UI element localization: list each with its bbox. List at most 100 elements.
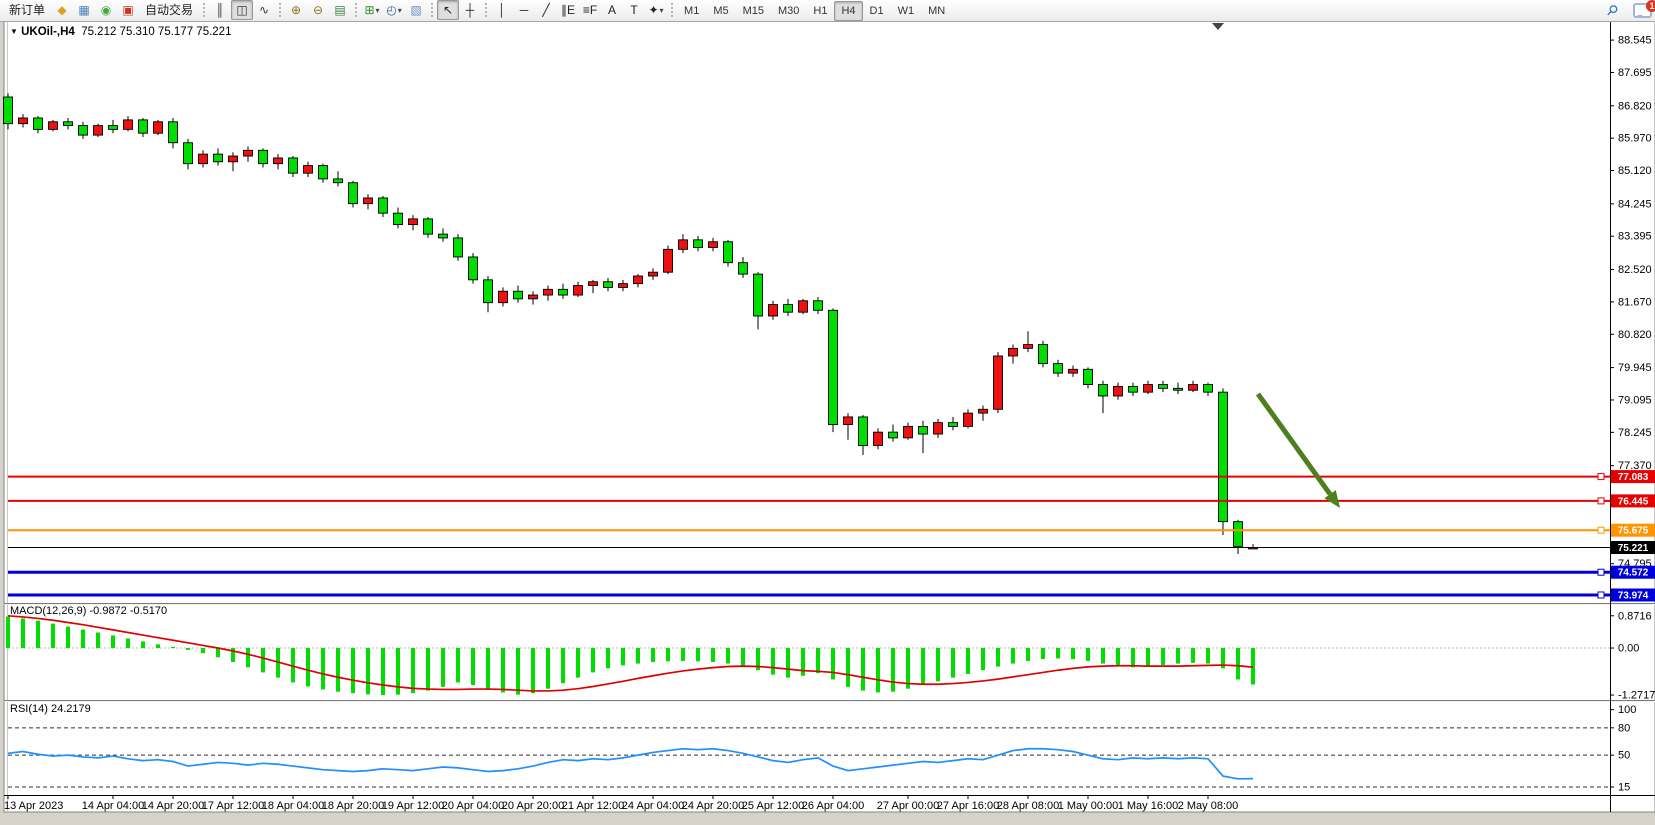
- macd-histogram-bar: [81, 630, 85, 648]
- macd-histogram-bar: [651, 648, 655, 662]
- dropdown-caret-icon[interactable]: ▾: [660, 6, 664, 15]
- timeframe-h4[interactable]: H4: [834, 1, 862, 21]
- macd-histogram-bar: [381, 648, 385, 695]
- notifications-chat-icon[interactable]: 1: [1633, 3, 1652, 18]
- macd-histogram-bar: [996, 648, 1000, 666]
- macd-histogram-bar: [321, 648, 325, 689]
- timeframe-m30[interactable]: M30: [771, 1, 806, 21]
- text-label-icon[interactable]: T: [623, 0, 645, 20]
- candle: [1204, 385, 1213, 393]
- line-chart-icon[interactable]: ∿: [253, 0, 275, 20]
- candle: [409, 219, 418, 225]
- macd-histogram-bar: [1146, 648, 1150, 666]
- dropdown-caret-icon[interactable]: ▾: [376, 6, 380, 15]
- time-axis-label: 25 Apr 12:00: [742, 800, 804, 812]
- timeframe-m1[interactable]: M1: [677, 1, 706, 21]
- new-order-button[interactable]: 新订单: [3, 0, 51, 20]
- dropdown-caret-icon[interactable]: ▾: [398, 6, 402, 15]
- candle: [754, 274, 763, 316]
- vertical-line-icon[interactable]: │: [491, 0, 513, 20]
- macd-histogram-bar: [1056, 648, 1060, 658]
- zoom-out-icon[interactable]: ⊖: [307, 0, 329, 20]
- horizontal-line-icon[interactable]: ─: [513, 0, 535, 20]
- candle: [589, 282, 598, 286]
- toolbar-separator: [431, 3, 433, 17]
- timeframe-w1[interactable]: W1: [891, 1, 922, 21]
- timeframe-m5[interactable]: M5: [706, 1, 735, 21]
- candle: [739, 263, 748, 274]
- macd-histogram-bar: [936, 648, 940, 681]
- symbol-dropdown-icon[interactable]: ▼: [10, 27, 18, 36]
- bar-chart-icon[interactable]: ║: [209, 0, 231, 20]
- time-axis-label: 13 Apr 2023: [4, 800, 63, 812]
- mt4-application-window: { "toolbar": { "items": [ {"k":"button",…: [0, 0, 1655, 825]
- macd-histogram-bar: [1116, 648, 1120, 666]
- macd-histogram-bar: [816, 648, 820, 673]
- line-handle[interactable]: [1598, 592, 1604, 598]
- timeframe-m15[interactable]: M15: [736, 1, 771, 21]
- time-axis-label: 17 Apr 12:00: [202, 800, 264, 812]
- signal-broadcast-icon[interactable]: ◉: [95, 0, 117, 20]
- macd-histogram-bar: [1191, 648, 1195, 663]
- rsi-axis-label: 100: [1618, 704, 1636, 716]
- chart-template-icon[interactable]: ▧: [405, 0, 427, 20]
- zoom-in-icon[interactable]: ⊕: [285, 0, 307, 20]
- candle: [1189, 385, 1198, 391]
- macd-histogram-bar: [156, 644, 160, 648]
- chart-symbol-period: UKOil-,H4: [21, 26, 75, 38]
- crosshair-icon[interactable]: ┼: [459, 0, 481, 20]
- macd-values: -0.9872 -0.5170: [89, 605, 167, 617]
- time-axis-label: 2 May 08:00: [1178, 800, 1239, 812]
- price-axis-tick-label: 85.970: [1618, 133, 1652, 145]
- macd-histogram-bar: [771, 648, 775, 675]
- macd-histogram-bar: [36, 621, 40, 648]
- rsi-axis-label: 80: [1618, 722, 1630, 734]
- timeframe-d1[interactable]: D1: [863, 1, 891, 21]
- candle: [379, 198, 388, 213]
- macd-histogram-bar: [951, 648, 955, 678]
- price-axis-tick-label: 83.395: [1618, 231, 1652, 243]
- line-handle[interactable]: [1598, 527, 1604, 533]
- auto-trading-button[interactable]: 自动交易: [139, 0, 199, 20]
- candle: [1054, 364, 1063, 374]
- text-icon[interactable]: A: [601, 0, 623, 20]
- candle: [214, 154, 223, 162]
- chart-cube-icon[interactable]: ◆: [51, 0, 73, 20]
- line-handle[interactable]: [1598, 569, 1604, 575]
- macd-histogram-bar: [1011, 648, 1015, 664]
- auto-trading-icon[interactable]: ▣: [117, 0, 139, 20]
- candle: [934, 423, 943, 434]
- macd-histogram-bar: [306, 648, 310, 686]
- candle: [394, 213, 403, 224]
- profile-window-icon[interactable]: ▦: [73, 0, 95, 20]
- price-axis-tick-label: 80.820: [1618, 329, 1652, 341]
- new-chart-icon[interactable]: ⊞▾: [361, 0, 383, 20]
- macd-histogram-bar: [96, 632, 100, 648]
- tile-windows-icon[interactable]: ▤: [329, 0, 351, 20]
- price-axis-tick-label: 78.245: [1618, 427, 1652, 439]
- chart-ohlc-values: 75.212 75.310 75.177 75.221: [81, 26, 231, 38]
- candle: [964, 413, 973, 426]
- candle: [1159, 385, 1168, 389]
- macd-histogram-bar: [171, 647, 175, 648]
- price-axis-tick-label: 79.945: [1618, 362, 1652, 374]
- search-icon[interactable]: ⚲: [1601, 1, 1623, 21]
- rsi-indicator-label: RSI(14) 24.2179: [10, 703, 91, 715]
- line-handle[interactable]: [1598, 498, 1604, 504]
- line-handle[interactable]: [1598, 474, 1604, 480]
- fibonacci-icon[interactable]: ≡F: [579, 0, 601, 20]
- timeframe-h1[interactable]: H1: [806, 1, 834, 21]
- macd-histogram-bar: [741, 648, 745, 666]
- cursor-icon[interactable]: ↖: [437, 0, 459, 20]
- time-axis-label: 18 Apr 04:00: [262, 800, 324, 812]
- macd-histogram-bar: [1206, 648, 1210, 664]
- candle: [529, 295, 538, 299]
- arrows-objects-icon[interactable]: ✦▾: [645, 0, 667, 20]
- trendline-icon[interactable]: ╱: [535, 0, 557, 20]
- timeframe-mn[interactable]: MN: [921, 1, 952, 21]
- rsi-name: RSI(14): [10, 703, 48, 715]
- macd-histogram-bar: [66, 627, 70, 648]
- candlestick-chart-icon[interactable]: ◫: [231, 0, 253, 20]
- profiles-clock-icon[interactable]: ◴▾: [383, 0, 405, 20]
- equidistant-channel-icon[interactable]: ∥E: [557, 0, 579, 20]
